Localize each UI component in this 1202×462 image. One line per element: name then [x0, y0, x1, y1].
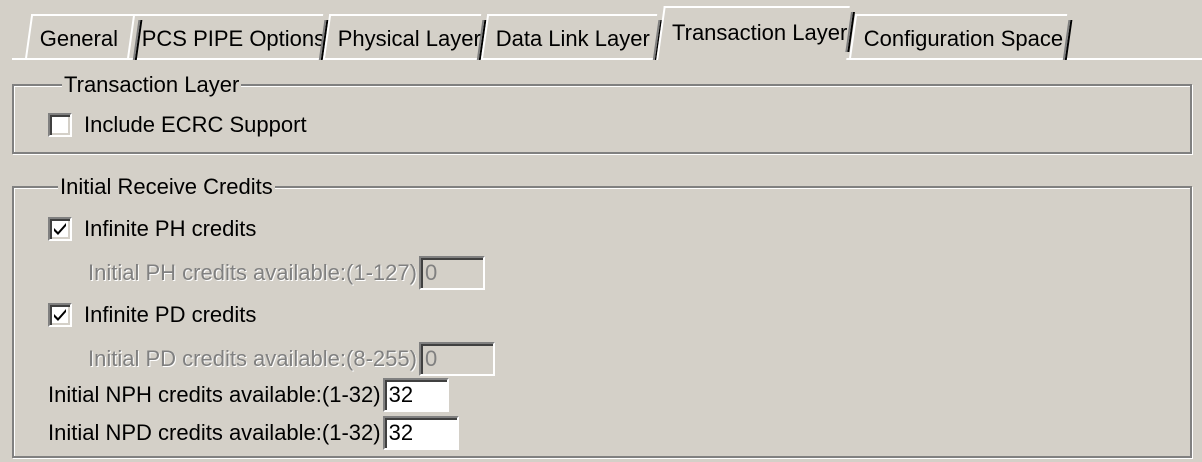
- initial-receive-credits-group: Initial Receive Credits Infinite PH cred…: [12, 174, 1192, 458]
- tab-label: Data Link Layer: [495, 26, 650, 51]
- pd-available-label: Initial PD credits available:(8-255): [88, 346, 417, 371]
- tab-configuration-space[interactable]: Configuration Space: [848, 14, 1073, 60]
- tab-transaction-layer[interactable]: Transaction Layer: [656, 6, 855, 60]
- npd-available-label: Initial NPD credits available:(1-32): [48, 420, 381, 445]
- group-title: Transaction Layer: [62, 72, 242, 98]
- checkmark-icon: [54, 223, 66, 235]
- tab-label: General: [39, 26, 119, 51]
- transaction-layer-group: Transaction Layer Include ECRC Support: [12, 72, 1192, 154]
- tab-data-link-layer[interactable]: Data Link Layer: [480, 14, 663, 60]
- tab-label: Physical Layer: [337, 26, 481, 51]
- ecrc-support-label: Include ECRC Support: [84, 112, 307, 137]
- infinite-pd-label: Infinite PD credits: [84, 302, 257, 327]
- ph-available-label: Initial PH credits available:(1-127): [88, 260, 417, 285]
- infinite-pd-row: Infinite PD credits: [48, 302, 256, 328]
- nph-available-input[interactable]: 32: [382, 378, 449, 412]
- tab-divider: [1062, 20, 1073, 60]
- tab-general[interactable]: General: [24, 14, 143, 60]
- infinite-pd-checkbox[interactable]: [48, 303, 72, 327]
- checkmark-icon: [54, 309, 66, 321]
- tab-label: Configuration Space: [863, 26, 1064, 51]
- group-title: Initial Receive Credits: [58, 174, 275, 200]
- npd-available-input[interactable]: 32: [382, 416, 459, 450]
- infinite-ph-checkbox[interactable]: [48, 217, 72, 241]
- ecrc-support-checkbox[interactable]: [48, 113, 72, 137]
- tab-pcs-pipe-options[interactable]: PCS PIPE Options: [126, 14, 329, 60]
- tab-label: PCS PIPE Options: [141, 26, 326, 51]
- infinite-ph-label: Infinite PH credits: [84, 216, 257, 241]
- tab-label: Transaction Layer: [672, 20, 848, 45]
- npd-available-row: Initial NPD credits available:(1-32) 32: [48, 416, 459, 450]
- ph-available-input[interactable]: 0: [418, 256, 485, 290]
- ph-available-row: Initial PH credits available:(1-127) 0: [88, 256, 485, 290]
- ecrc-support-row: Include ECRC Support: [48, 112, 307, 138]
- tab-strip: General PCS PIPE Options Physical Layer …: [0, 0, 1202, 62]
- pd-available-row: Initial PD credits available:(8-255) 0: [88, 342, 495, 376]
- transaction-layer-dialog: General PCS PIPE Options Physical Layer …: [0, 0, 1202, 462]
- pd-available-input[interactable]: 0: [418, 342, 495, 376]
- infinite-ph-row: Infinite PH credits: [48, 216, 256, 242]
- tab-physical-layer[interactable]: Physical Layer: [322, 14, 487, 60]
- nph-available-row: Initial NPH credits available:(1-32) 32: [48, 378, 449, 412]
- nph-available-label: Initial NPH credits available:(1-32): [48, 382, 381, 407]
